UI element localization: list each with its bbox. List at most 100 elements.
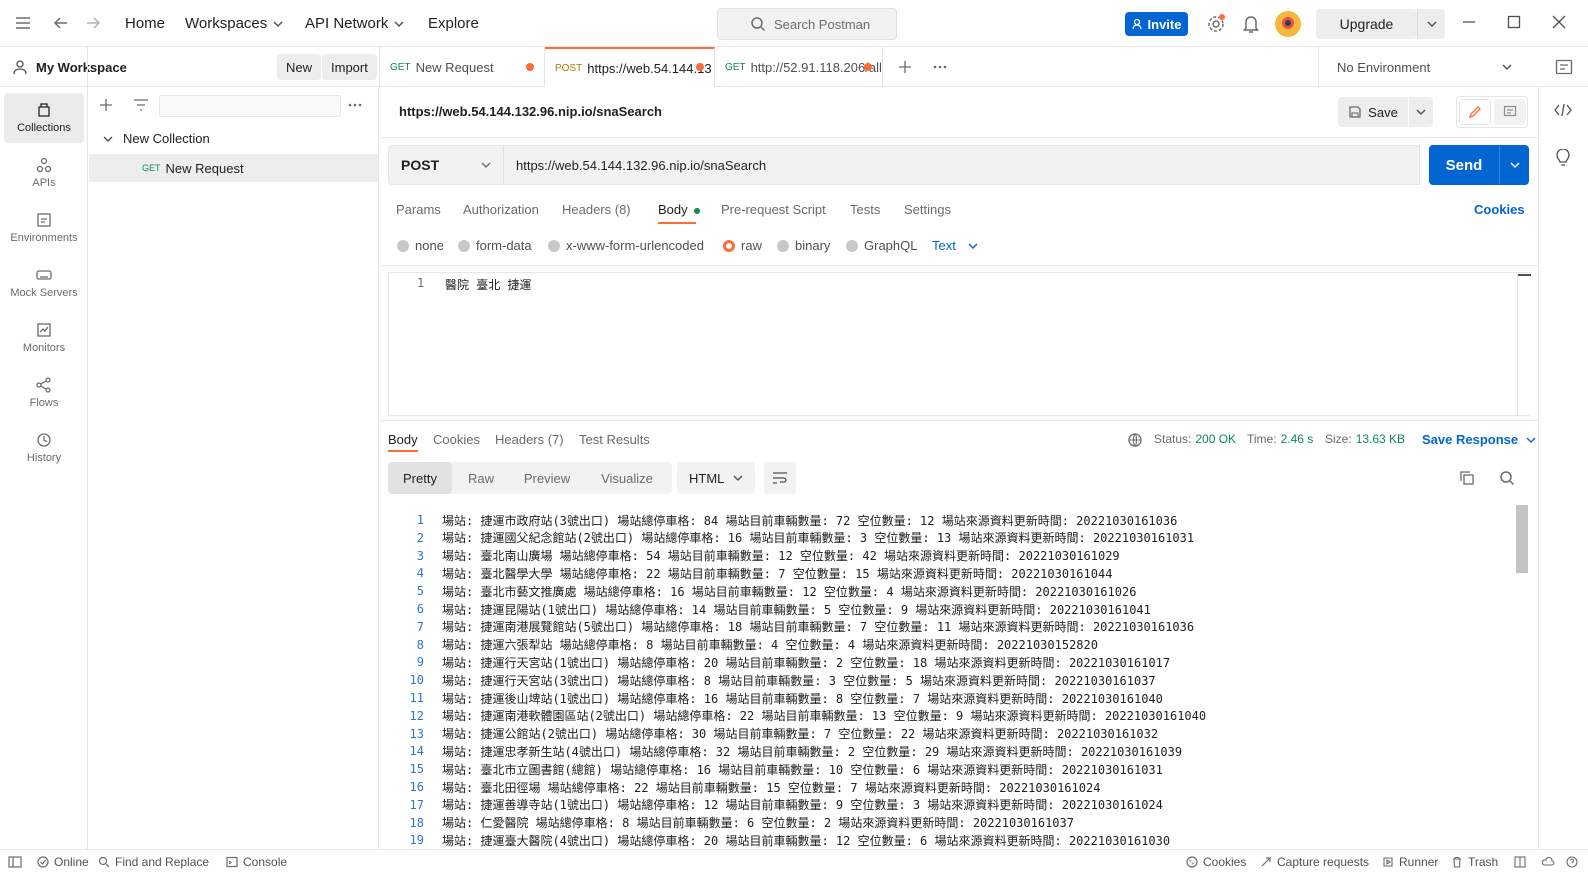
view-visualize[interactable]: Visualize [584,462,670,494]
collection-item[interactable]: New Collection [103,131,210,146]
save-button[interactable]: Save [1338,97,1408,127]
search-icon[interactable] [1499,470,1515,486]
radio-form-data[interactable]: form-data [458,238,532,253]
radio-none[interactable]: none [397,238,444,253]
globe-icon[interactable] [1127,432,1143,448]
two-pane-icon[interactable] [1514,856,1526,868]
save-dropdown[interactable] [1409,97,1433,127]
cloud-icon[interactable] [1541,856,1555,868]
response-tab-body[interactable]: Body [388,432,418,447]
radio-graphql[interactable]: GraphQL [846,238,917,253]
body-format-select[interactable]: Text [932,238,978,253]
response-tab-cookies[interactable]: Cookies [433,432,480,447]
wrap-lines-button[interactable] [764,462,796,494]
new-button[interactable]: New [277,54,322,80]
line-text: 場站: 臺北市立圖書館(總館) 場站總停車格: 16 場站目前車輛數量: 10 … [442,762,1163,777]
nav-workspaces[interactable]: Workspaces [185,15,283,32]
notification-bell-icon[interactable] [1242,14,1260,34]
toggle-sidebar-icon[interactable] [8,856,22,868]
request-title[interactable]: https://web.54.144.132.96.nip.io/snaSear… [399,104,662,119]
tab-post-snasearch[interactable]: POST https://web.54.144.13 [545,47,715,87]
rail-item-environments[interactable]: Environments [4,203,84,253]
line-number: 10 [409,673,424,688]
forward-arrow-icon[interactable] [84,14,102,32]
capture-requests-button[interactable]: Capture requests [1260,855,1369,869]
nav-home[interactable]: Home [125,15,165,32]
view-pretty[interactable]: Pretty [388,462,452,494]
response-scrollbar[interactable] [1515,505,1529,845]
sidebar-search-input[interactable] [159,95,341,117]
radio-raw[interactable]: raw [723,238,762,253]
unsaved-dot [696,63,704,71]
body-editor[interactable]: 1 醫院 臺北 捷運 [388,272,1530,416]
back-arrow-icon[interactable] [52,14,70,32]
upgrade-dropdown[interactable] [1417,9,1445,39]
line-text: 場站: 捷運後山埤站(1號出口) 場站總停車格: 16 場站目前車輛數量: 8 … [442,691,1163,706]
editor-scrollbar[interactable] [1517,274,1531,416]
close-icon[interactable] [1552,15,1566,29]
filter-icon[interactable] [133,99,149,111]
tab-headers[interactable]: Headers (8) [562,202,631,217]
environment-quick-look-icon[interactable] [1555,59,1573,75]
body-text[interactable]: 醫院 臺北 捷運 [445,276,531,293]
search-input[interactable]: Search Postman [717,8,897,40]
tab-authorization[interactable]: Authorization [463,202,539,217]
help-icon[interactable] [1566,856,1578,868]
rail-item-collections[interactable]: Collections [4,93,84,143]
tab-get-all[interactable]: GET http://52.91.118.206/all [715,47,883,87]
more-options-icon[interactable] [347,97,363,113]
upgrade-button[interactable]: Upgrade [1316,9,1417,39]
edit-mode-button[interactable] [1459,99,1491,125]
rail-item-apis[interactable]: APIs [4,148,84,198]
runner-button[interactable]: Runner [1382,855,1438,869]
rail-item-monitors[interactable]: Monitors [4,313,84,363]
tab-body[interactable]: Body [658,202,701,217]
trash-button[interactable]: Trash [1451,855,1498,869]
environment-selector[interactable]: No Environment [1318,47,1530,87]
menu-icon[interactable] [14,14,32,32]
nav-explore[interactable]: Explore [428,15,479,32]
save-response-button[interactable]: Save Response [1422,432,1536,447]
nav-api-network[interactable]: API Network [305,15,404,32]
send-dropdown[interactable] [1499,145,1529,185]
rail-item-mock-servers[interactable]: Mock Servers [4,258,84,308]
comment-mode-button[interactable] [1494,99,1526,125]
response-tab-headers[interactable]: Headers (7) [495,432,564,447]
tab-settings[interactable]: Settings [904,202,951,217]
tab-params[interactable]: Params [396,202,441,217]
radio-binary[interactable]: binary [777,238,830,253]
console-button[interactable]: Console [226,855,287,869]
tab-new-request[interactable]: GET New Request [380,47,545,87]
cookies-link[interactable]: Cookies [1474,202,1525,217]
rail-item-history[interactable]: History [4,423,84,473]
avatar[interactable] [1275,11,1301,37]
tabs-more-icon[interactable] [932,59,948,75]
tab-label: New Request [415,59,494,75]
scrollbar-thumb[interactable] [1516,505,1528,573]
radio-x-www-form-urlencoded[interactable]: x-www-form-urlencoded [548,238,704,253]
rail-item-flows[interactable]: Flows [4,368,84,418]
method-select[interactable]: POST [388,145,504,185]
url-input[interactable]: https://web.54.144.132.96.nip.io/snaSear… [503,145,1420,185]
add-tab-icon[interactable] [898,60,912,74]
maximize-icon[interactable] [1507,15,1521,29]
cookies-button[interactable]: Cookies [1186,855,1246,869]
settings-icon[interactable] [1206,14,1226,34]
invite-button[interactable]: Invite [1125,12,1188,36]
request-item[interactable]: GET New Request [89,154,378,182]
code-icon[interactable] [1554,103,1572,117]
lightbulb-icon[interactable] [1555,149,1571,167]
view-preview[interactable]: Preview [510,462,584,494]
online-status[interactable]: Online [37,855,89,869]
send-button[interactable]: Send [1429,145,1529,185]
copy-icon[interactable] [1459,470,1475,486]
tab-pre-request-script[interactable]: Pre-request Script [721,202,826,217]
response-format-select[interactable]: HTML [677,462,755,494]
response-tab-test-results[interactable]: Test Results [579,432,650,447]
tab-tests[interactable]: Tests [850,202,880,217]
minimize-icon[interactable] [1462,15,1476,29]
import-button[interactable]: Import [322,54,377,80]
find-replace-button[interactable]: Find and Replace [98,855,209,869]
view-raw[interactable]: Raw [452,462,510,494]
add-icon[interactable] [99,98,113,112]
